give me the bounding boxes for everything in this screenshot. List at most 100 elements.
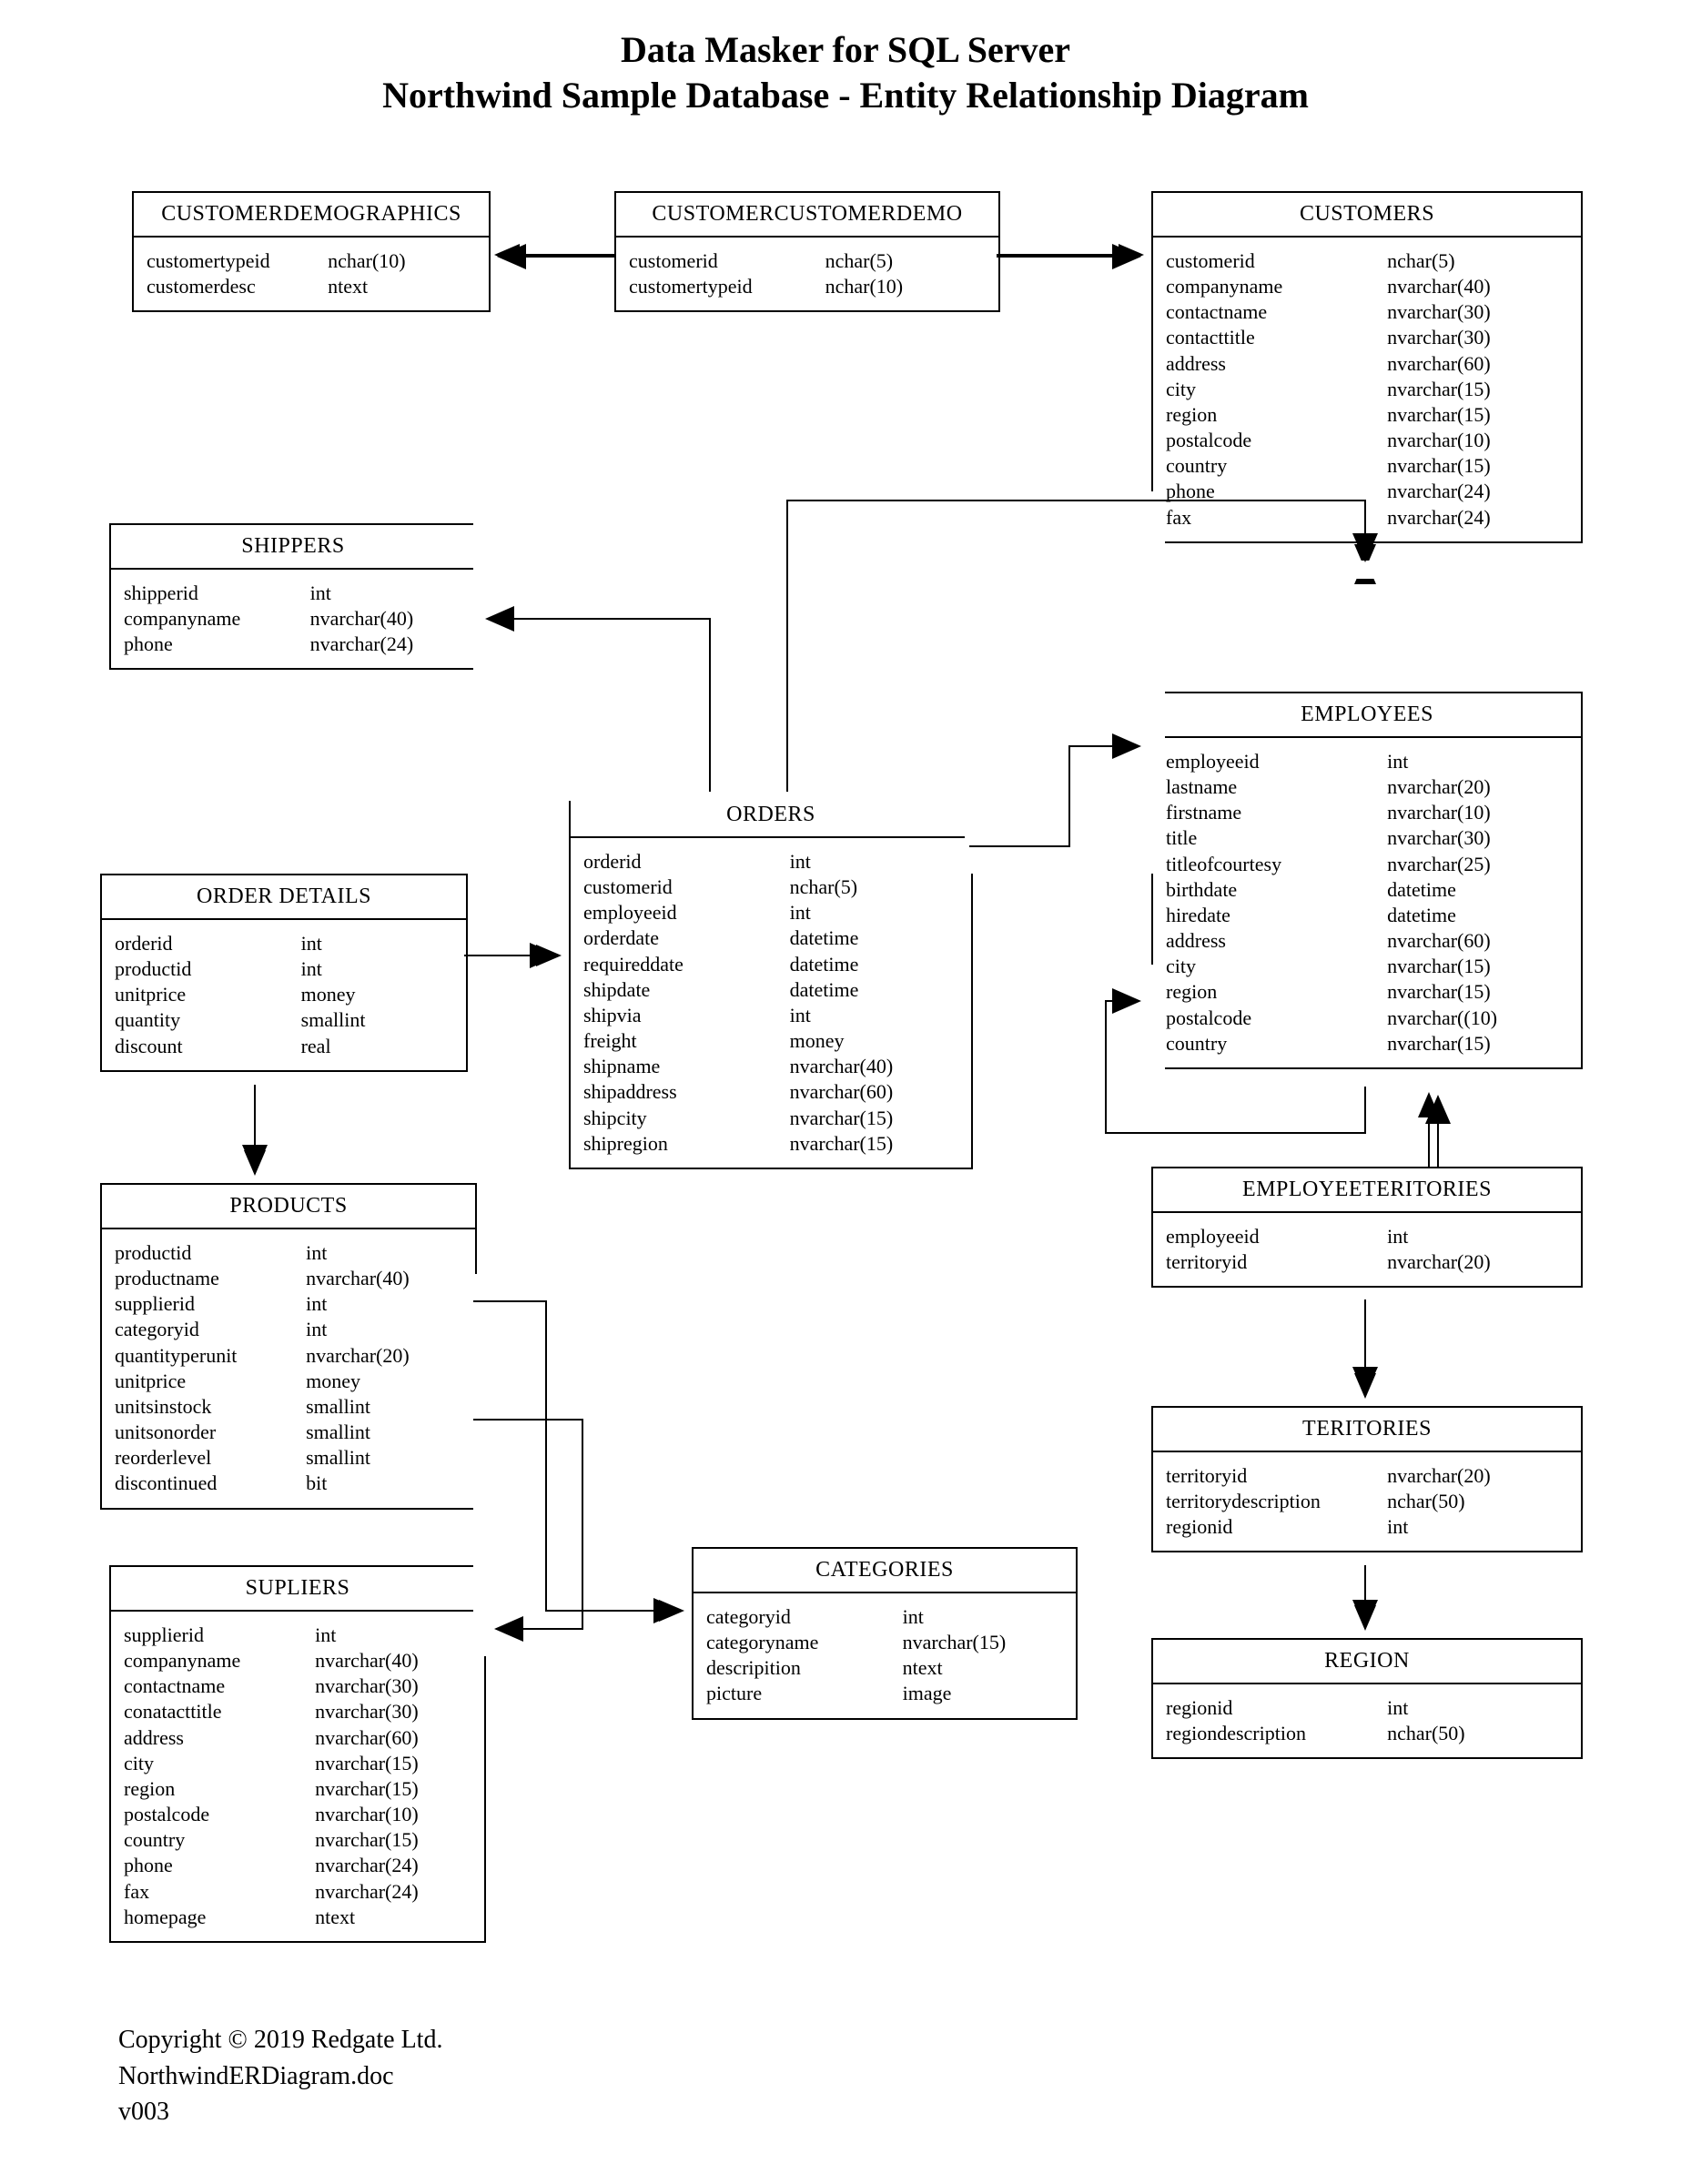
column-row: titlenvarchar(30) — [1166, 825, 1568, 851]
entity-orderdetails: ORDER DETAILSorderidintproductidintunitp… — [100, 874, 468, 1072]
column-row: contacttitlenvarchar(30) — [1166, 325, 1568, 350]
column-type: nvarchar(15) — [1387, 377, 1568, 402]
entity-body: customertypeidnchar(10)customerdescntext — [134, 238, 489, 310]
entity-employeeteritories: EMPLOYEETERITORIESemployeeidintterritory… — [1151, 1167, 1583, 1288]
column-name: contacttitle — [1166, 325, 1387, 350]
column-type: nvarchar(15) — [1387, 954, 1568, 979]
entity-body: employeeidintterritoryidnvarchar(20) — [1153, 1213, 1581, 1286]
column-row: conatacttitlenvarchar(30) — [124, 1699, 471, 1724]
column-type: int — [301, 931, 453, 956]
column-type: money — [790, 1028, 958, 1054]
column-type: nvarchar(15) — [1387, 979, 1568, 1005]
entity-header: REGION — [1153, 1640, 1581, 1684]
column-row: companynamenvarchar(40) — [1166, 274, 1568, 299]
column-row: productidint — [115, 956, 453, 982]
column-name: categoryid — [115, 1317, 306, 1342]
column-name: productid — [115, 956, 301, 982]
column-row: phonenvarchar(24) — [124, 1853, 471, 1878]
column-row: citynvarchar(15) — [1166, 954, 1568, 979]
column-name: fax — [124, 1879, 315, 1905]
column-type: nvarchar(30) — [315, 1673, 471, 1699]
column-name: quantity — [115, 1007, 301, 1033]
footer-filename: NorthwindERDiagram.doc — [118, 2058, 442, 2094]
column-name: customerid — [629, 248, 825, 274]
column-name: territoryid — [1166, 1249, 1387, 1275]
column-type: datetime — [790, 977, 958, 1003]
entity-body: regionidintregiondescriptionnchar(50) — [1153, 1684, 1581, 1757]
column-name: companyname — [124, 606, 310, 632]
column-row: productidint — [115, 1240, 462, 1266]
column-type: nvarchar(20) — [306, 1343, 462, 1369]
column-type: nvarchar(10) — [1387, 428, 1568, 453]
column-type: datetime — [1387, 903, 1568, 928]
column-type: nvarchar(60) — [790, 1079, 958, 1105]
entity-body: supplieridintcompanynamenvarchar(40)cont… — [111, 1612, 484, 1941]
column-row: faxnvarchar(24) — [1166, 505, 1568, 531]
column-type: nvarchar(40) — [315, 1648, 471, 1673]
column-name: region — [124, 1776, 315, 1802]
column-type: nvarchar(15) — [903, 1630, 1063, 1655]
footer-copyright: Copyright © 2019 Redgate Ltd. — [118, 2022, 442, 2058]
column-row: pictureimage — [706, 1681, 1063, 1706]
column-type: nvarchar(24) — [1387, 479, 1568, 504]
column-type: ntext — [328, 274, 476, 299]
column-type: smallint — [306, 1445, 462, 1471]
entity-header: EMPLOYEETERITORIES — [1153, 1168, 1581, 1213]
column-type: nvarchar((10) — [1387, 1006, 1568, 1031]
column-row: phonenvarchar(24) — [124, 632, 462, 657]
column-row: citynvarchar(15) — [1166, 377, 1568, 402]
entity-body: territoryidnvarchar(20)territorydescript… — [1153, 1452, 1581, 1551]
entity-header: TERITORIES — [1153, 1408, 1581, 1452]
column-row: regionidint — [1166, 1514, 1568, 1540]
column-row: territorydescriptionnchar(50) — [1166, 1489, 1568, 1514]
column-name: address — [1166, 351, 1387, 377]
column-name: reorderlevel — [115, 1445, 306, 1471]
column-row: descripitionntext — [706, 1655, 1063, 1681]
entity-header: EMPLOYEES — [1153, 693, 1581, 738]
column-name: productname — [115, 1266, 306, 1291]
column-name: postalcode — [1166, 1006, 1387, 1031]
column-name: productid — [115, 1240, 306, 1266]
column-type: datetime — [790, 952, 958, 977]
column-type: int — [1387, 1514, 1568, 1540]
column-name: firstname — [1166, 800, 1387, 825]
column-row: shipnamenvarchar(40) — [583, 1054, 958, 1079]
column-type: nvarchar(15) — [1387, 453, 1568, 479]
column-name: titleofcourtesy — [1166, 852, 1387, 877]
column-row: employeeidint — [1166, 1224, 1568, 1249]
column-row: contactnamenvarchar(30) — [1166, 299, 1568, 325]
entity-customerdemographics: CUSTOMERDEMOGRAPHICScustomertypeidnchar(… — [132, 191, 491, 312]
column-type: nvarchar(10) — [1387, 800, 1568, 825]
column-name: postalcode — [1166, 428, 1387, 453]
column-name: regionid — [1166, 1695, 1387, 1721]
column-type: int — [310, 581, 462, 606]
column-row: faxnvarchar(24) — [124, 1879, 471, 1905]
column-name: categoryname — [706, 1630, 903, 1655]
column-row: unitsinstocksmallint — [115, 1394, 462, 1420]
column-row: shipviaint — [583, 1003, 958, 1028]
column-type: nvarchar(30) — [315, 1699, 471, 1724]
title-line-1: Data Masker for SQL Server — [0, 27, 1691, 73]
column-row: addressnvarchar(60) — [1166, 351, 1568, 377]
entity-body: orderidintcustomeridnchar(5)employeeidin… — [571, 838, 971, 1168]
column-row: customeridnchar(5) — [1166, 248, 1568, 274]
column-name: orderid — [583, 849, 790, 875]
column-name: customertypeid — [629, 274, 825, 299]
entity-body: shipperidintcompanynamenvarchar(40)phone… — [111, 570, 475, 668]
column-name: picture — [706, 1681, 903, 1706]
column-row: countrynvarchar(15) — [1166, 453, 1568, 479]
column-row: discontinuedbit — [115, 1471, 462, 1496]
column-name: city — [1166, 377, 1387, 402]
column-row: regionnvarchar(15) — [1166, 979, 1568, 1005]
column-name: companyname — [1166, 274, 1387, 299]
column-name: country — [124, 1827, 315, 1853]
column-name: phone — [124, 632, 310, 657]
column-name: shipcity — [583, 1106, 790, 1131]
column-name: contactname — [124, 1673, 315, 1699]
column-row: postalcodenvarchar((10) — [1166, 1006, 1568, 1031]
column-name: postalcode — [124, 1802, 315, 1827]
column-row: birthdatedatetime — [1166, 877, 1568, 903]
column-type: int — [903, 1604, 1063, 1630]
column-type: nvarchar(15) — [315, 1751, 471, 1776]
column-type: nvarchar(15) — [790, 1106, 958, 1131]
